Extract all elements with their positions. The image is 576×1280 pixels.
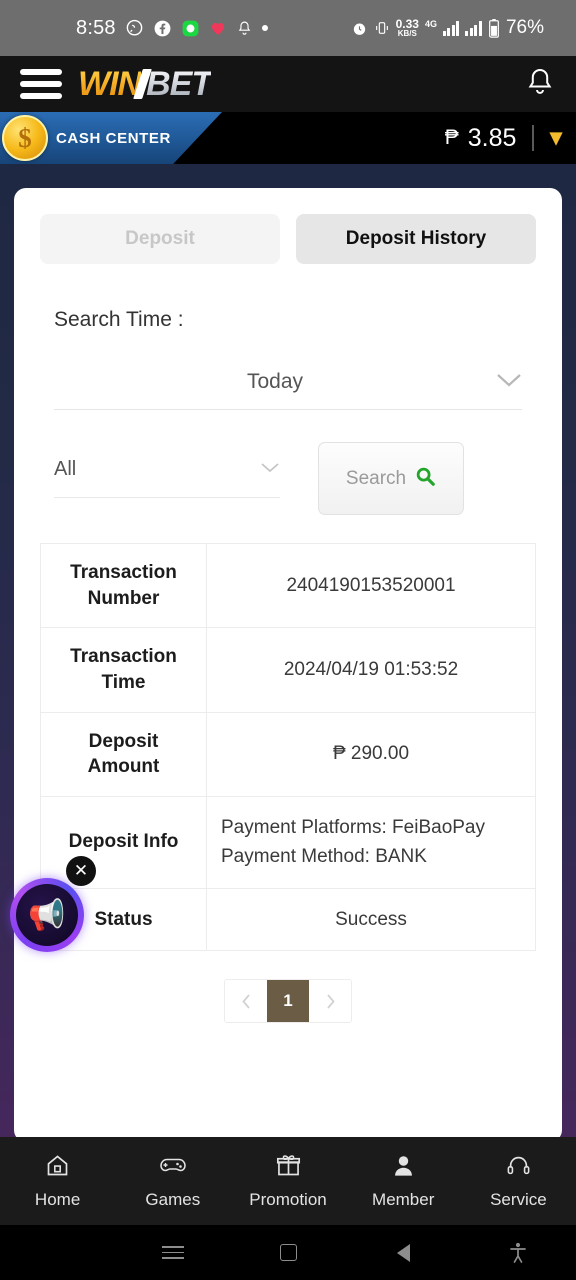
- currency-symbol: ₱: [444, 126, 459, 149]
- cash-center-bar: CASH CENTER $ ₱ 3.85 ▾: [0, 112, 576, 164]
- tab-deposit-history[interactable]: Deposit History: [296, 214, 536, 264]
- filter-row: All Search: [14, 410, 562, 515]
- row-value: Payment Platforms: FeiBaoPay Payment Met…: [207, 796, 536, 888]
- table-row: Transaction Number 2404190153520001: [40, 543, 536, 628]
- row-label: Transaction Number: [40, 543, 207, 628]
- system-status-bar: 8:58 0.33 KB/S 4G 76%: [0, 0, 576, 56]
- tab-deposit[interactable]: Deposit: [40, 214, 280, 264]
- app-header: WIN BET: [0, 56, 576, 112]
- viber-icon: [125, 19, 144, 38]
- close-icon[interactable]: ✕: [66, 856, 96, 886]
- signal-bars-2-icon: [465, 20, 482, 36]
- home-icon: [44, 1152, 71, 1184]
- deposit-info-line-2: Payment Method: BANK: [221, 846, 427, 868]
- chevron-down-icon[interactable]: ▾: [550, 126, 562, 150]
- winbet-logo[interactable]: WIN BET: [78, 64, 212, 104]
- messenger-green-icon: [181, 19, 200, 38]
- pagination-page-1[interactable]: 1: [267, 980, 309, 1023]
- nav-label: Service: [490, 1190, 547, 1209]
- row-label: Deposit Amount: [40, 712, 207, 797]
- floating-promo-widget[interactable]: 📢 ✕: [10, 856, 96, 952]
- coin-icon: $: [2, 115, 48, 161]
- hamburger-icon[interactable]: [20, 69, 62, 99]
- chevron-down-icon: [496, 372, 522, 392]
- logo-bet-text: BET: [146, 64, 212, 103]
- balance-area: ₱ 3.85 ▾: [445, 124, 576, 153]
- accessibility-icon[interactable]: [461, 1242, 576, 1264]
- table-row: Status Success: [40, 888, 536, 951]
- search-button[interactable]: Search: [318, 442, 464, 515]
- facebook-icon: [153, 19, 172, 38]
- nav-label: Games: [145, 1190, 201, 1209]
- transaction-detail-table: Transaction Number 2404190153520001 Tran…: [40, 543, 536, 952]
- battery-percent-label: 76%: [505, 17, 544, 38]
- cash-center-title: CASH CENTER: [56, 129, 171, 147]
- pagination-box: 1: [224, 979, 352, 1024]
- gamepad-icon: [158, 1152, 188, 1184]
- row-label: Deposit Info: [40, 796, 207, 889]
- nav-item-promotion[interactable]: Promotion: [230, 1152, 345, 1210]
- bottom-navigation-bar: Home Games Promotion Member Service: [0, 1137, 576, 1225]
- nav-label: Member: [372, 1190, 435, 1209]
- row-value: 2404190153520001: [286, 574, 456, 596]
- megaphone-icon[interactable]: 📢: [10, 878, 84, 952]
- vibrate-icon: [374, 20, 390, 36]
- search-time-label: Search Time :: [54, 308, 184, 331]
- pagination-next-button[interactable]: [309, 980, 351, 1023]
- back-triangle-icon[interactable]: [346, 1243, 461, 1262]
- date-range-select[interactable]: Today: [54, 354, 522, 410]
- row-value: ₱ 290.00: [332, 743, 410, 765]
- recents-icon[interactable]: [115, 1246, 230, 1259]
- status-bar-left: 8:58: [76, 17, 268, 40]
- pagination-prev-button[interactable]: [225, 980, 267, 1023]
- row-value: 2024/04/19 01:53:52: [283, 659, 459, 681]
- magnifier-icon: [414, 465, 436, 493]
- deposit-history-card: Deposit Deposit History Search Time : To…: [14, 188, 562, 1142]
- chevron-down-icon: [260, 462, 280, 477]
- status-badge: Success: [335, 908, 407, 930]
- status-bar-clock: 8:58: [76, 16, 116, 39]
- megaphone-glyph: 📢: [16, 884, 78, 946]
- status-bar-right: 0.33 KB/S 4G 76%: [351, 17, 544, 39]
- table-row: Deposit Amount ₱ 290.00: [40, 712, 536, 797]
- nav-item-member[interactable]: Member: [346, 1152, 461, 1210]
- row-label: Transaction Time: [40, 627, 207, 713]
- date-range-value: Today: [246, 369, 304, 393]
- alarm-icon: [351, 20, 368, 37]
- gift-icon: [275, 1152, 302, 1184]
- nav-item-home[interactable]: Home: [0, 1152, 115, 1210]
- search-button-label: Search: [345, 467, 407, 489]
- nav-item-service[interactable]: Service: [461, 1152, 576, 1210]
- home-square-icon[interactable]: [230, 1244, 345, 1261]
- balance-divider: [532, 125, 534, 151]
- pagination: 1: [14, 979, 562, 1024]
- balance-value: 3.85: [467, 123, 517, 152]
- android-navigation-bar: [0, 1225, 576, 1280]
- type-filter-value: All: [54, 458, 77, 480]
- network-type-label: 4G: [424, 19, 437, 29]
- signal-bars-icon: [442, 20, 460, 36]
- battery-icon: [488, 18, 500, 38]
- tab-bar: Deposit Deposit History: [14, 214, 562, 264]
- bell-icon: [236, 20, 253, 37]
- table-row: Transaction Time 2024/04/19 01:53:52: [40, 627, 536, 713]
- balance-display: ₱ 3.85: [445, 124, 517, 153]
- nav-label: Promotion: [249, 1190, 327, 1209]
- network-speed-indicator: 0.33 KB/S: [396, 18, 419, 38]
- table-row: Deposit Info Payment Platforms: FeiBaoPa…: [40, 796, 536, 889]
- deposit-info-line-1: Payment Platforms: FeiBaoPay: [221, 816, 485, 838]
- notification-bell-icon[interactable]: [524, 66, 556, 103]
- heart-icon: [209, 19, 227, 37]
- nav-label: Home: [34, 1190, 81, 1209]
- dot-icon: [261, 25, 268, 31]
- nav-item-games[interactable]: Games: [115, 1152, 230, 1210]
- headset-icon: [505, 1152, 532, 1184]
- type-filter-select[interactable]: All: [54, 442, 280, 498]
- person-icon: [390, 1152, 417, 1184]
- logo-win-text: WIN: [78, 64, 142, 103]
- network-speed-unit: KB/S: [397, 29, 417, 38]
